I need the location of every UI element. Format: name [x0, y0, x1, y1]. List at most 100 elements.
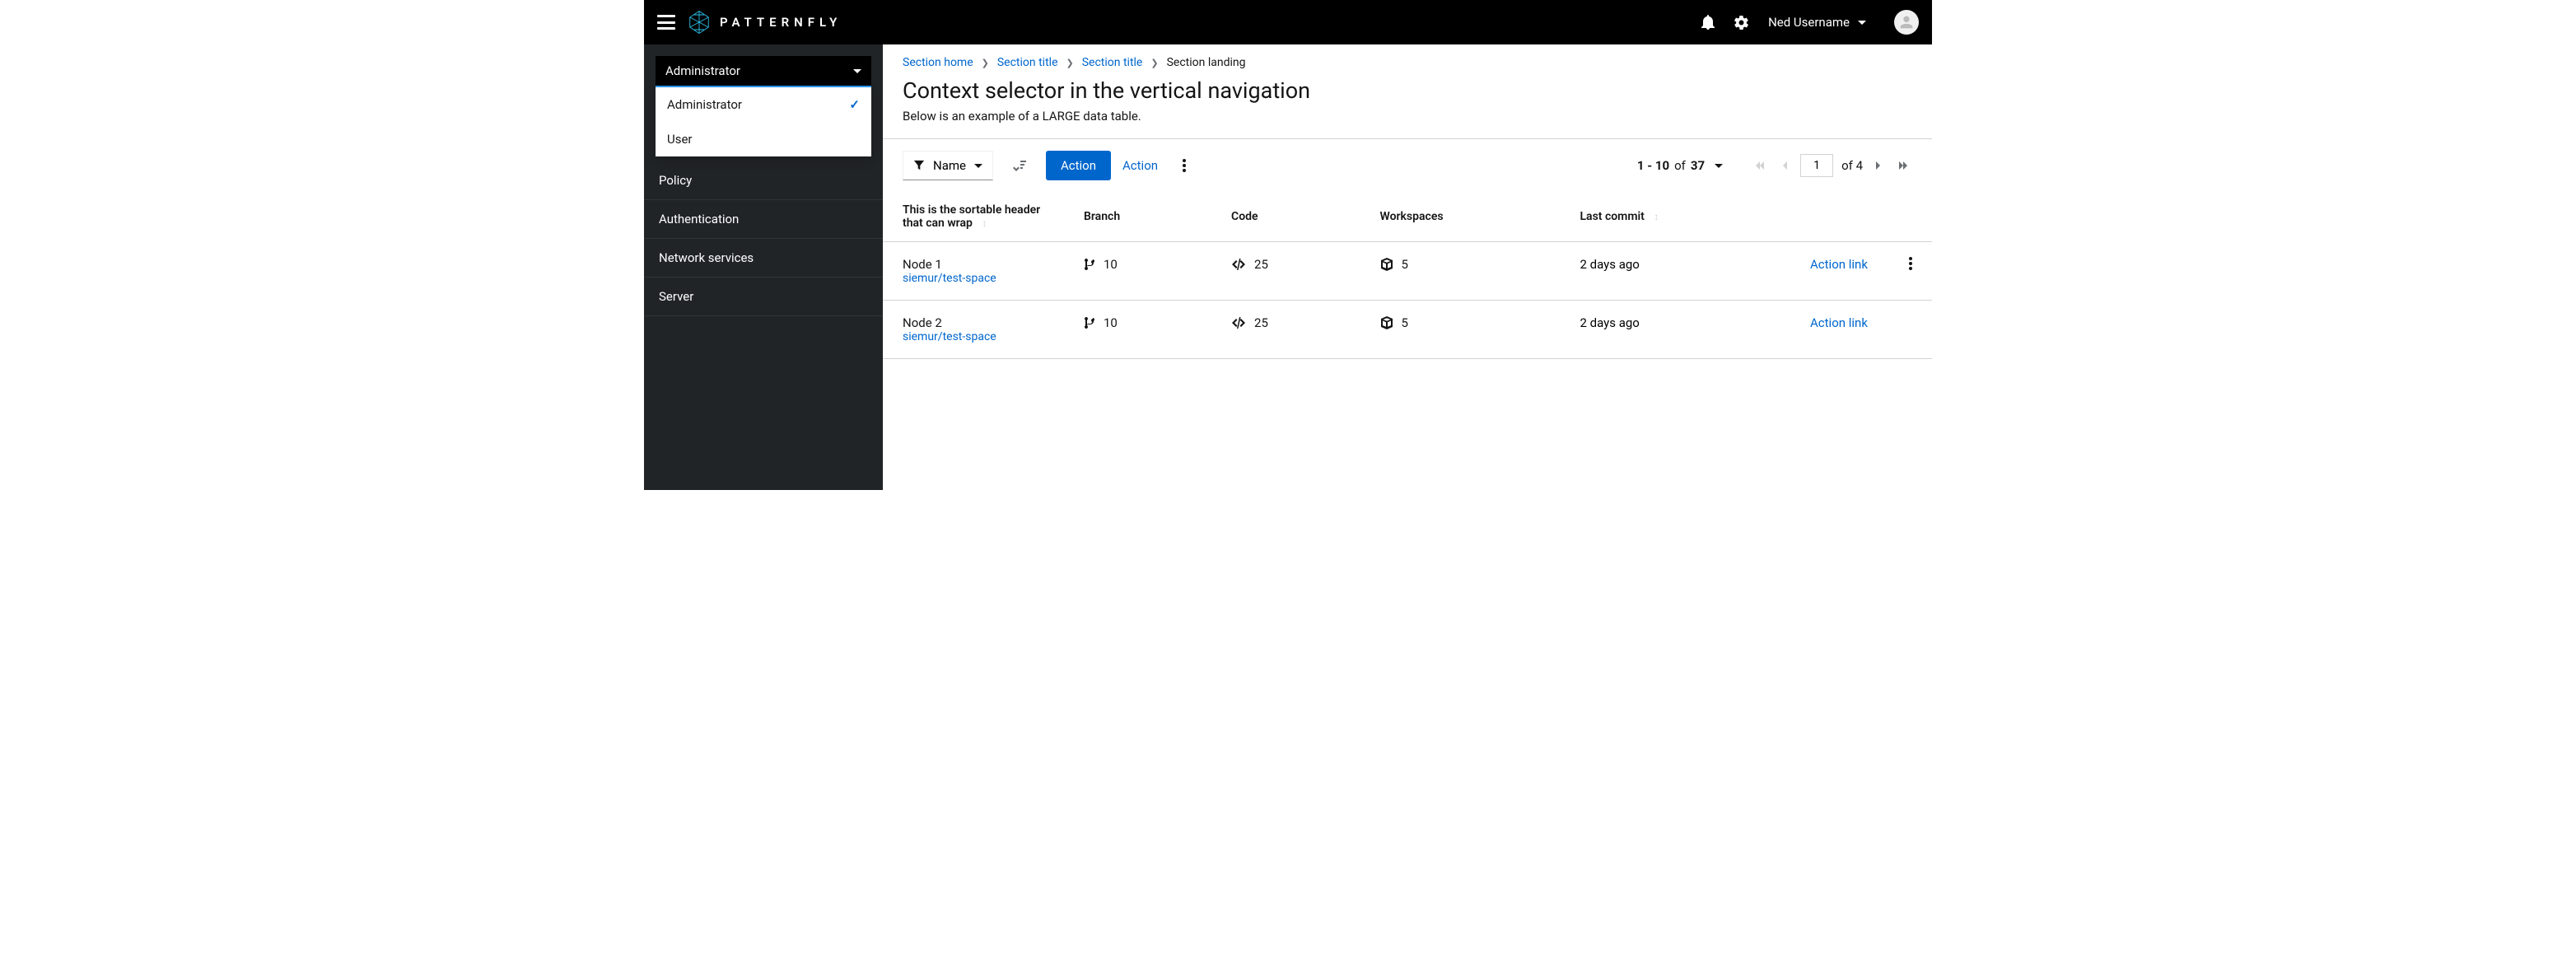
- angle-double-right-icon: [1897, 160, 1909, 171]
- nav-item-authentication[interactable]: Authentication: [644, 200, 883, 239]
- of-text: of: [1674, 158, 1686, 173]
- breadcrumb-link[interactable]: Section title: [997, 56, 1058, 69]
- context-selector-menu: Administrator ✓ User: [656, 87, 871, 156]
- arrows-v-icon: ↕: [982, 217, 987, 229]
- page-subtitle: Below is an example of a LARGE data tabl…: [883, 109, 1932, 138]
- cube-icon: [1380, 316, 1393, 329]
- col-label: This is the sortable header that can wra…: [903, 203, 1040, 230]
- arrows-v-icon: ↕: [1654, 211, 1659, 222]
- column-header-sortable[interactable]: This is the sortable header that can wra…: [883, 192, 1064, 242]
- breadcrumb-current: Section landing: [1167, 56, 1246, 69]
- secondary-action-link[interactable]: Action: [1122, 158, 1158, 173]
- column-header-kebab: [1889, 192, 1932, 242]
- settings-icon[interactable]: [1734, 16, 1748, 30]
- caret-down-icon: [1858, 21, 1866, 25]
- toolbar: Name Action Action 1 - 10 of 37: [883, 138, 1932, 192]
- column-header-branch: Branch: [1064, 192, 1211, 242]
- caret-down-icon: [974, 164, 982, 168]
- nav-item-network-services[interactable]: Network services: [644, 239, 883, 278]
- chevron-right-icon: ❯: [1066, 58, 1074, 68]
- filter-dropdown[interactable]: Name: [903, 151, 993, 180]
- breadcrumb-link[interactable]: Section title: [1082, 56, 1143, 69]
- cube-icon: [1380, 258, 1393, 271]
- pager-last[interactable]: [1894, 160, 1912, 171]
- last-commit-value: 2 days ago: [1560, 242, 1790, 301]
- chevron-right-icon: ❯: [1150, 58, 1158, 68]
- table-row: Node 1 siemur/test-space 10 25 5 2 days …: [883, 242, 1932, 301]
- toolbar-kebab[interactable]: [1169, 151, 1199, 180]
- column-header-code: Code: [1211, 192, 1360, 242]
- range-bold: 1 - 10: [1637, 158, 1669, 173]
- primary-action-button[interactable]: Action: [1046, 151, 1111, 180]
- row-repo-link[interactable]: siemur/test-space: [903, 272, 1044, 285]
- column-header-action: [1790, 192, 1889, 242]
- context-option-administrator[interactable]: Administrator ✓: [656, 87, 871, 122]
- code-branch-icon: [1084, 316, 1095, 329]
- brand[interactable]: PATTERNFLY: [687, 10, 842, 35]
- data-table: This is the sortable header that can wra…: [883, 192, 1932, 359]
- menu-toggle[interactable]: [657, 15, 675, 30]
- code-icon: [1231, 317, 1246, 329]
- row-name: Node 1: [903, 257, 1044, 272]
- angle-double-left-icon: [1754, 160, 1766, 171]
- username: Ned Username: [1768, 15, 1850, 30]
- caret-down-icon: [853, 69, 861, 73]
- sort-button[interactable]: [1005, 151, 1034, 180]
- code-value: 25: [1254, 315, 1268, 330]
- row-repo-link[interactable]: siemur/test-space: [903, 330, 1044, 343]
- column-header-last-commit[interactable]: Last commit ↕: [1560, 192, 1790, 242]
- main-content: Section home ❯ Section title ❯ Section t…: [883, 44, 1932, 490]
- breadcrumb-link[interactable]: Section home: [903, 56, 973, 69]
- branch-value: 10: [1104, 315, 1118, 330]
- total-bold: 37: [1691, 158, 1705, 173]
- context-option-label: User: [667, 132, 693, 147]
- workspaces-value: 5: [1402, 257, 1408, 272]
- nav-list: Policy Authentication Network services S…: [644, 161, 883, 316]
- pager-first[interactable]: [1751, 160, 1769, 171]
- masthead: PATTERNFLY Ned Username: [644, 0, 1932, 44]
- sort-amount-down-icon: [1013, 159, 1026, 172]
- pager-prev[interactable]: [1777, 160, 1792, 171]
- angle-left-icon: [1780, 160, 1789, 171]
- caret-down-icon: [1715, 164, 1723, 168]
- nav-item-server[interactable]: Server: [644, 278, 883, 316]
- col-label: Last commit: [1580, 210, 1644, 223]
- check-icon: ✓: [849, 97, 860, 112]
- context-option-label: Administrator: [667, 97, 742, 112]
- code-icon: [1231, 259, 1246, 270]
- row-action-link[interactable]: Action link: [1810, 257, 1868, 272]
- last-commit-value: 2 days ago: [1560, 301, 1790, 359]
- kebab-icon: [1909, 257, 1912, 270]
- page-of-text: of 4: [1841, 158, 1863, 173]
- code-value: 25: [1254, 257, 1268, 272]
- user-menu[interactable]: Ned Username: [1768, 15, 1866, 30]
- page-number-input[interactable]: [1800, 154, 1833, 177]
- column-header-workspaces: Workspaces: [1360, 192, 1561, 242]
- context-selector: Administrator Administrator ✓ User: [656, 56, 871, 87]
- code-branch-icon: [1084, 258, 1095, 271]
- context-selected-label: Administrator: [665, 63, 740, 78]
- branch-value: 10: [1104, 257, 1118, 272]
- context-option-user[interactable]: User: [656, 122, 871, 156]
- sidebar: Administrator Administrator ✓ User Polic…: [644, 44, 883, 490]
- row-name: Node 2: [903, 315, 1044, 330]
- kebab-icon: [1183, 159, 1186, 172]
- logo-icon: [687, 10, 712, 35]
- filter-label: Name: [933, 158, 966, 173]
- angle-right-icon: [1874, 160, 1883, 171]
- filter-icon: [913, 160, 925, 171]
- row-action-link[interactable]: Action link: [1810, 315, 1868, 330]
- pager-next[interactable]: [1871, 160, 1886, 171]
- brand-text: PATTERNFLY: [720, 15, 842, 30]
- nav-item-policy[interactable]: Policy: [644, 161, 883, 200]
- breadcrumb: Section home ❯ Section title ❯ Section t…: [883, 44, 1932, 69]
- context-selector-toggle[interactable]: Administrator: [656, 56, 871, 87]
- row-kebab[interactable]: [1909, 259, 1912, 273]
- avatar[interactable]: [1894, 10, 1919, 35]
- table-row: Node 2 siemur/test-space 10 25 5 2 days …: [883, 301, 1932, 359]
- chevron-right-icon: ❯: [982, 58, 989, 68]
- page-title: Context selector in the vertical navigat…: [883, 69, 1932, 109]
- workspaces-value: 5: [1402, 315, 1408, 330]
- notifications-icon[interactable]: [1701, 15, 1715, 30]
- pagination-range[interactable]: 1 - 10 of 37: [1637, 158, 1723, 173]
